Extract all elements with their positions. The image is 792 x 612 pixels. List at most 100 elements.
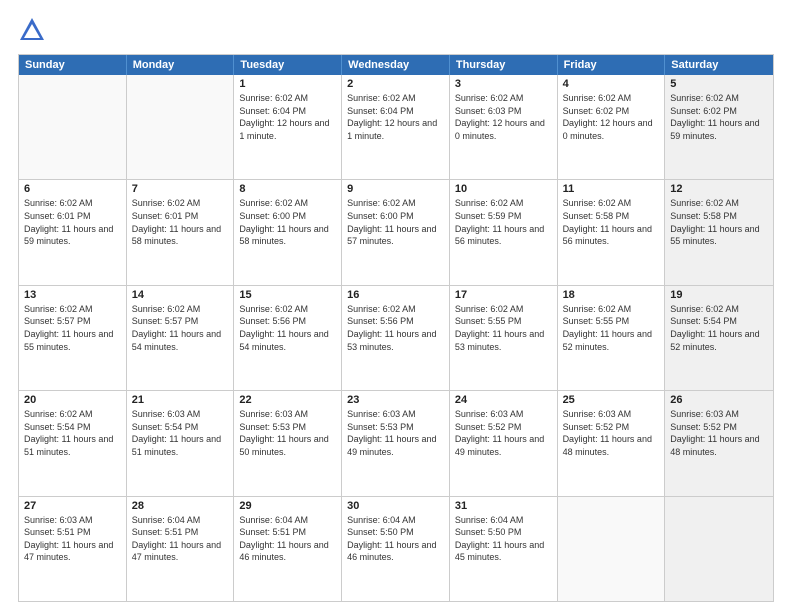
- sunrise-line: Sunrise: 6:04 AM: [132, 514, 229, 527]
- sunrise-line: Sunrise: 6:02 AM: [563, 92, 660, 105]
- calendar-cell: 12Sunrise: 6:02 AMSunset: 5:58 PMDayligh…: [665, 180, 773, 284]
- daylight-line: Daylight: 11 hours and 54 minutes.: [239, 328, 336, 353]
- daylight-line: Daylight: 11 hours and 55 minutes.: [670, 223, 768, 248]
- calendar-cell: 10Sunrise: 6:02 AMSunset: 5:59 PMDayligh…: [450, 180, 558, 284]
- calendar-cell: 8Sunrise: 6:02 AMSunset: 6:00 PMDaylight…: [234, 180, 342, 284]
- sunset-line: Sunset: 6:00 PM: [347, 210, 444, 223]
- sunrise-line: Sunrise: 6:02 AM: [239, 197, 336, 210]
- day-number: 24: [455, 394, 552, 406]
- page: SundayMondayTuesdayWednesdayThursdayFrid…: [0, 0, 792, 612]
- sunrise-line: Sunrise: 6:02 AM: [347, 197, 444, 210]
- calendar-cell: 27Sunrise: 6:03 AMSunset: 5:51 PMDayligh…: [19, 497, 127, 601]
- daylight-line: Daylight: 12 hours and 0 minutes.: [455, 117, 552, 142]
- daylight-line: Daylight: 11 hours and 51 minutes.: [132, 433, 229, 458]
- daylight-line: Daylight: 11 hours and 54 minutes.: [132, 328, 229, 353]
- calendar-cell: 9 Sunrise: 6:02 AMSunset: 6:00 PMDaylight…: [342, 180, 450, 284]
- day-number: 29: [239, 500, 336, 512]
- calendar-cell: 18Sunrise: 6:02 AMSunset: 5:55 PMDayligh…: [558, 286, 666, 390]
- daylight-line: Daylight: 11 hours and 51 minutes.: [24, 433, 121, 458]
- daylight-line: Daylight: 11 hours and 59 minutes.: [670, 117, 768, 142]
- calendar-cell: 15Sunrise: 6:02 AMSunset: 5:56 PMDayligh…: [234, 286, 342, 390]
- sunrise-line: Sunrise: 6:02 AM: [132, 303, 229, 316]
- sunset-line: Sunset: 6:02 PM: [670, 105, 768, 118]
- day-number: 23: [347, 394, 444, 406]
- header-day-sunday: Sunday: [19, 55, 127, 75]
- calendar-cell: 20Sunrise: 6:02 AMSunset: 5:54 PMDayligh…: [19, 391, 127, 495]
- day-number: 3: [455, 78, 552, 90]
- daylight-line: Daylight: 11 hours and 45 minutes.: [455, 539, 552, 564]
- calendar-cell: 29Sunrise: 6:04 AMSunset: 5:51 PMDayligh…: [234, 497, 342, 601]
- header-day-wednesday: Wednesday: [342, 55, 450, 75]
- sunset-line: Sunset: 5:57 PM: [132, 315, 229, 328]
- calendar: SundayMondayTuesdayWednesdayThursdayFrid…: [18, 54, 774, 602]
- sunset-line: Sunset: 5:54 PM: [670, 315, 768, 328]
- sunset-line: Sunset: 5:55 PM: [455, 315, 552, 328]
- sunset-line: Sunset: 5:53 PM: [347, 421, 444, 434]
- daylight-line: Daylight: 11 hours and 53 minutes.: [455, 328, 552, 353]
- daylight-line: Daylight: 11 hours and 57 minutes.: [347, 223, 444, 248]
- calendar-row-2: 6Sunrise: 6:02 AMSunset: 6:01 PMDaylight…: [19, 179, 773, 284]
- sunset-line: Sunset: 6:04 PM: [239, 105, 336, 118]
- calendar-body: 1Sunrise: 6:02 AMSunset: 6:04 PMDaylight…: [19, 75, 773, 601]
- calendar-cell: 14Sunrise: 6:02 AMSunset: 5:57 PMDayligh…: [127, 286, 235, 390]
- sunset-line: Sunset: 5:51 PM: [24, 526, 121, 539]
- day-number: 31: [455, 500, 552, 512]
- day-number: 26: [670, 394, 768, 406]
- day-number: 2: [347, 78, 444, 90]
- daylight-line: Daylight: 11 hours and 49 minutes.: [455, 433, 552, 458]
- sunrise-line: Sunrise: 6:02 AM: [455, 92, 552, 105]
- calendar-cell: 2Sunrise: 6:02 AMSunset: 6:04 PMDaylight…: [342, 75, 450, 179]
- calendar-cell: 22Sunrise: 6:03 AMSunset: 5:53 PMDayligh…: [234, 391, 342, 495]
- sunset-line: Sunset: 5:54 PM: [24, 421, 121, 434]
- daylight-line: Daylight: 11 hours and 59 minutes.: [24, 223, 121, 248]
- calendar-cell: 11Sunrise: 6:02 AMSunset: 5:58 PMDayligh…: [558, 180, 666, 284]
- day-number: 25: [563, 394, 660, 406]
- sunrise-line: Sunrise: 6:02 AM: [24, 408, 121, 421]
- sunrise-line: Sunrise: 6:02 AM: [670, 303, 768, 316]
- calendar-cell: 21Sunrise: 6:03 AMSunset: 5:54 PMDayligh…: [127, 391, 235, 495]
- calendar-cell: [19, 75, 127, 179]
- day-number: 15: [239, 289, 336, 301]
- calendar-cell: 31Sunrise: 6:04 AMSunset: 5:50 PMDayligh…: [450, 497, 558, 601]
- sunrise-line: Sunrise: 6:02 AM: [239, 92, 336, 105]
- day-number: 27: [24, 500, 121, 512]
- daylight-line: Daylight: 11 hours and 46 minutes.: [347, 539, 444, 564]
- calendar-cell: 1Sunrise: 6:02 AMSunset: 6:04 PMDaylight…: [234, 75, 342, 179]
- sunrise-line: Sunrise: 6:02 AM: [670, 92, 768, 105]
- day-number: 9: [347, 183, 444, 195]
- day-number: 5: [670, 78, 768, 90]
- calendar-cell: [665, 497, 773, 601]
- day-number: 1: [239, 78, 336, 90]
- day-number: 17: [455, 289, 552, 301]
- sunrise-line: Sunrise: 6:02 AM: [24, 303, 121, 316]
- sunrise-line: Sunrise: 6:02 AM: [455, 303, 552, 316]
- sunrise-line: Sunrise: 6:02 AM: [563, 303, 660, 316]
- daylight-line: Daylight: 11 hours and 56 minutes.: [455, 223, 552, 248]
- sunrise-line: Sunrise: 6:03 AM: [132, 408, 229, 421]
- day-number: 11: [563, 183, 660, 195]
- day-number: 4: [563, 78, 660, 90]
- calendar-cell: 6Sunrise: 6:02 AMSunset: 6:01 PMDaylight…: [19, 180, 127, 284]
- calendar-cell: 4Sunrise: 6:02 AMSunset: 6:02 PMDaylight…: [558, 75, 666, 179]
- day-number: 16: [347, 289, 444, 301]
- calendar-cell: 5 Sunrise: 6:02 AMSunset: 6:02 PMDaylight…: [665, 75, 773, 179]
- calendar-row-4: 20Sunrise: 6:02 AMSunset: 5:54 PMDayligh…: [19, 390, 773, 495]
- sunrise-line: Sunrise: 6:04 AM: [239, 514, 336, 527]
- day-number: 30: [347, 500, 444, 512]
- calendar-cell: [558, 497, 666, 601]
- day-number: 22: [239, 394, 336, 406]
- calendar-cell: 3Sunrise: 6:02 AMSunset: 6:03 PMDaylight…: [450, 75, 558, 179]
- day-number: 6: [24, 183, 121, 195]
- calendar-cell: 19Sunrise: 6:02 AMSunset: 5:54 PMDayligh…: [665, 286, 773, 390]
- sunset-line: Sunset: 6:00 PM: [239, 210, 336, 223]
- sunrise-line: Sunrise: 6:02 AM: [347, 303, 444, 316]
- calendar-cell: 17 Sunrise: 6:02 AMSunset: 5:55 PMDayligh…: [450, 286, 558, 390]
- day-number: 12: [670, 183, 768, 195]
- sunset-line: Sunset: 5:51 PM: [239, 526, 336, 539]
- daylight-line: Daylight: 12 hours and 1 minute.: [347, 117, 444, 142]
- sunset-line: Sunset: 5:56 PM: [239, 315, 336, 328]
- sunset-line: Sunset: 5:59 PM: [455, 210, 552, 223]
- sunrise-line: Sunrise: 6:03 AM: [670, 408, 768, 421]
- sunrise-line: Sunrise: 6:04 AM: [347, 514, 444, 527]
- sunset-line: Sunset: 6:02 PM: [563, 105, 660, 118]
